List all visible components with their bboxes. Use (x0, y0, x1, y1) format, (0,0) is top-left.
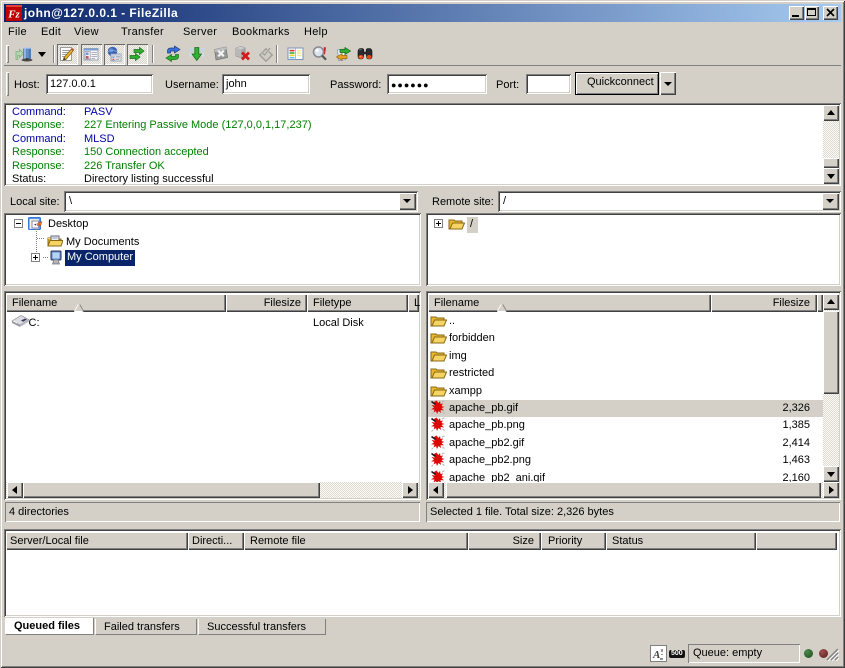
svg-text:A: A (652, 649, 660, 661)
svg-text:Fz: Fz (7, 9, 20, 21)
